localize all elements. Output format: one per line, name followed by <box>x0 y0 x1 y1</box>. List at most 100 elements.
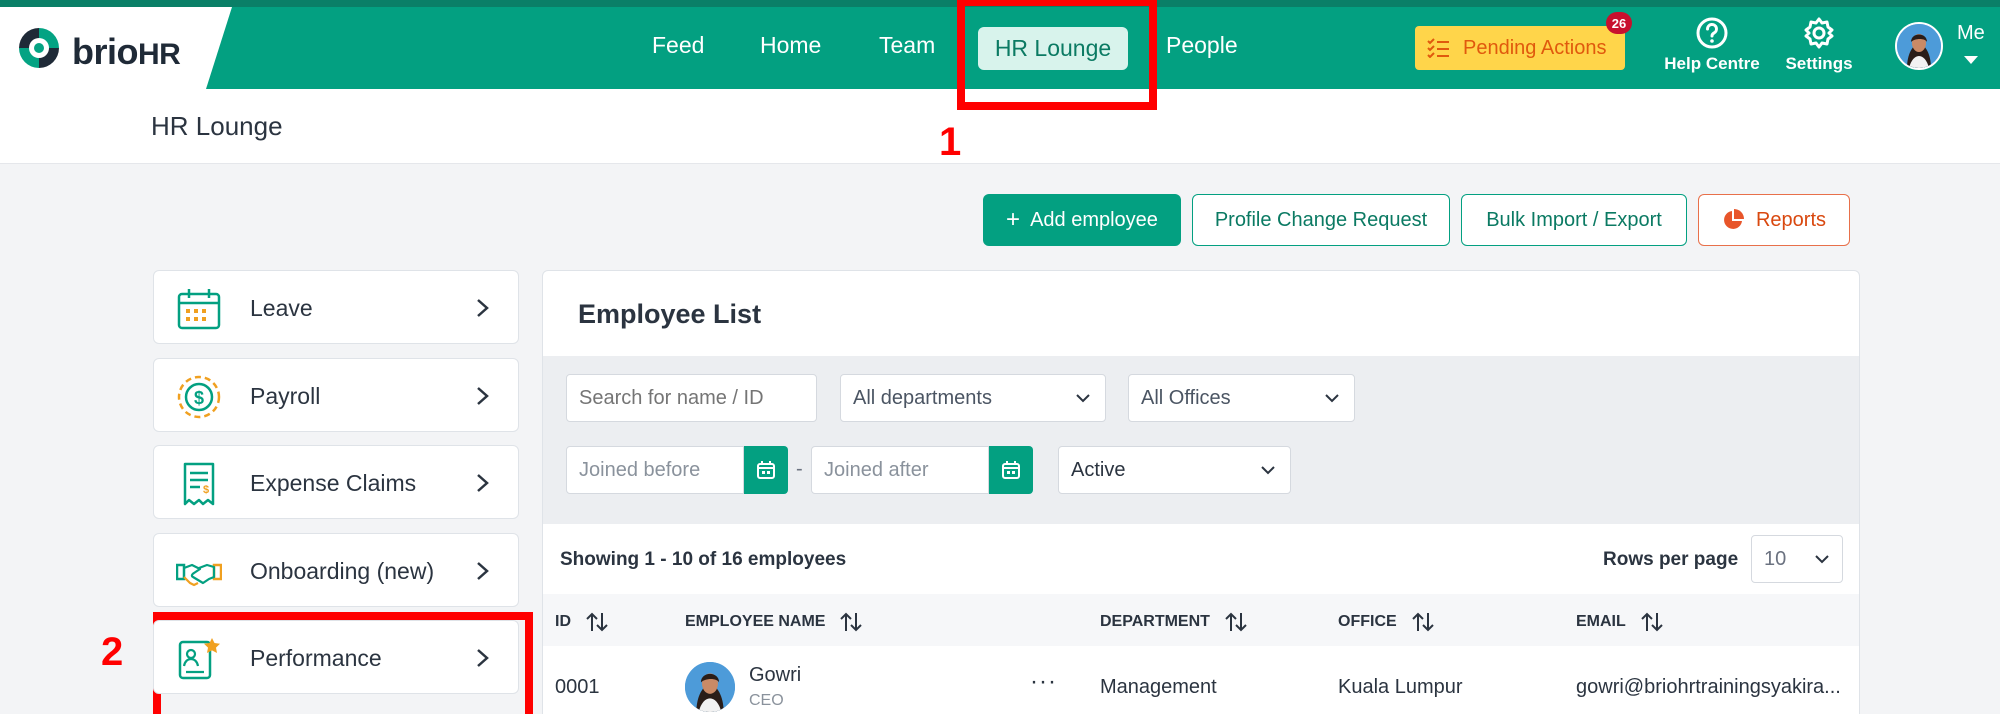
cell-department: Management <box>1100 676 1217 698</box>
add-employee-button[interactable]: + Add employee <box>983 194 1181 246</box>
bulk-import-export-button[interactable]: Bulk Import / Export <box>1461 194 1687 246</box>
settings-label: Settings <box>1785 54 1853 73</box>
column-header-employee-name[interactable]: EMPLOYEE NAME <box>685 611 863 633</box>
pending-actions-button[interactable]: Pending Actions <box>1415 26 1625 70</box>
column-header-label: EMPLOYEE NAME <box>685 613 826 630</box>
chevron-right-icon <box>477 387 489 405</box>
column-header-office[interactable]: OFFICE <box>1338 611 1435 633</box>
help-centre-button[interactable]: Help Centre <box>1658 16 1766 74</box>
svg-text:$: $ <box>194 388 204 408</box>
status-select-value: Active <box>1071 458 1126 481</box>
menu-item-leave[interactable]: Leave <box>153 270 519 344</box>
user-portrait-icon <box>685 662 735 712</box>
joined-before-calendar-button[interactable] <box>744 446 788 494</box>
menu-item-payroll[interactable]: $ Payroll <box>153 358 519 432</box>
search-input[interactable] <box>566 374 817 422</box>
chevron-down-icon <box>1815 555 1829 564</box>
column-header-id[interactable]: ID <box>555 611 609 633</box>
menu-label: Onboarding (new) <box>250 558 435 584</box>
gear-icon <box>1804 17 1834 49</box>
joined-before-placeholder: Joined before <box>579 458 701 481</box>
joined-before-field[interactable]: Joined before <box>566 446 744 494</box>
chevron-right-icon <box>477 299 489 317</box>
sort-icon <box>1411 612 1434 632</box>
more-options-icon[interactable]: ··· <box>1030 668 1057 696</box>
calendar-icon <box>757 461 775 479</box>
sort-icon <box>840 612 863 632</box>
dollar-coin-icon: $ <box>177 375 221 419</box>
nav-people[interactable]: People <box>1166 32 1238 59</box>
pending-actions-label: Pending Actions <box>1463 36 1607 59</box>
column-header-label: OFFICE <box>1338 613 1397 630</box>
menu-item-performance[interactable]: Performance <box>153 620 519 694</box>
checklist-icon <box>1427 38 1449 58</box>
cell-id: 0001 <box>555 676 600 698</box>
calendar-icon <box>1002 461 1020 479</box>
rows-per-page-label: Rows per page <box>1603 549 1739 570</box>
reports-button[interactable]: Reports <box>1698 194 1850 246</box>
joined-after-placeholder: Joined after <box>824 458 929 481</box>
profile-change-request-button[interactable]: Profile Change Request <box>1192 194 1450 246</box>
menu-label: Leave <box>250 295 313 321</box>
column-header-department[interactable]: DEPARTMENT <box>1100 611 1248 633</box>
brand-name: brioHR <box>72 31 181 72</box>
chevron-right-icon <box>477 562 489 580</box>
handshake-icon <box>176 563 222 587</box>
reports-label: Reports <box>1755 208 1827 231</box>
status-select[interactable]: Active <box>1058 446 1291 494</box>
sort-icon <box>1225 612 1247 632</box>
nav-team[interactable]: Team <box>879 32 935 59</box>
cell-office: Kuala Lumpur <box>1338 676 1463 698</box>
column-header-email[interactable]: EMAIL <box>1576 611 1664 633</box>
calendar-icon <box>177 289 221 330</box>
results-count: Showing 1 - 10 of 16 employees <box>560 549 847 570</box>
column-header-label: EMAIL <box>1576 613 1626 630</box>
filters-area: All departments All Offices Joined befor… <box>543 356 1859 524</box>
employee-list-title: Employee List <box>578 299 762 329</box>
department-select[interactable]: All departments <box>840 374 1106 422</box>
receipt-icon: $ <box>183 462 215 506</box>
chevron-down-icon <box>1261 466 1275 475</box>
add-employee-label: Add employee <box>1030 208 1158 231</box>
menu-item-expense-claims[interactable]: $ Expense Claims <box>153 445 519 519</box>
table-row[interactable]: 0001 Gowri CEO ··· Management Kuala Lump… <box>543 646 1859 714</box>
menu-label: Expense Claims <box>250 470 417 496</box>
help-centre-label: Help Centre <box>1664 54 1760 73</box>
rows-per-page-select[interactable]: 10 <box>1751 535 1843 583</box>
sort-icon <box>586 612 608 632</box>
nav-feed[interactable]: Feed <box>652 32 704 59</box>
plus-icon: + <box>1006 206 1021 233</box>
joined-after-field[interactable]: Joined after <box>811 446 989 494</box>
performance-badge-icon <box>178 638 220 680</box>
column-header-label: DEPARTMENT <box>1100 613 1210 630</box>
employee-list-panel: Employee List All departments All Office… <box>542 270 1860 714</box>
sort-icon <box>1641 612 1663 632</box>
chevron-down-icon <box>1076 394 1090 403</box>
nav-home[interactable]: Home <box>760 32 821 59</box>
rows-per-page-value: 10 <box>1764 547 1787 570</box>
pie-chart-icon <box>1724 209 1744 229</box>
date-range-separator: - <box>796 458 803 480</box>
chevron-down-icon <box>1325 394 1339 403</box>
pending-count-badge: 26 <box>1606 12 1632 34</box>
chevron-right-icon <box>477 474 489 492</box>
brand-logo[interactable]: brioHR <box>0 7 232 89</box>
user-avatar[interactable] <box>1895 22 1943 70</box>
table-header: ID EMPLOYEE NAME DEPARTMENT OFFICE EMAIL <box>543 594 1859 646</box>
employee-role: CEO <box>749 692 784 709</box>
annotation-box-1 <box>957 0 1157 110</box>
caret-down-icon[interactable] <box>1964 56 1978 64</box>
menu-item-onboarding[interactable]: Onboarding (new) <box>153 533 519 607</box>
office-select[interactable]: All Offices <box>1128 374 1355 422</box>
user-portrait-icon <box>1897 24 1941 68</box>
settings-button[interactable]: Settings <box>1776 16 1862 74</box>
office-select-value: All Offices <box>1141 386 1231 409</box>
employee-name[interactable]: Gowri <box>749 664 801 687</box>
employee-avatar[interactable] <box>685 662 735 712</box>
me-label[interactable]: Me <box>1957 22 1985 45</box>
chevron-right-icon <box>477 649 489 667</box>
menu-label: Payroll <box>250 383 321 409</box>
brio-logo-icon <box>19 28 59 68</box>
joined-after-calendar-button[interactable] <box>989 446 1033 494</box>
column-header-label: ID <box>555 613 571 630</box>
